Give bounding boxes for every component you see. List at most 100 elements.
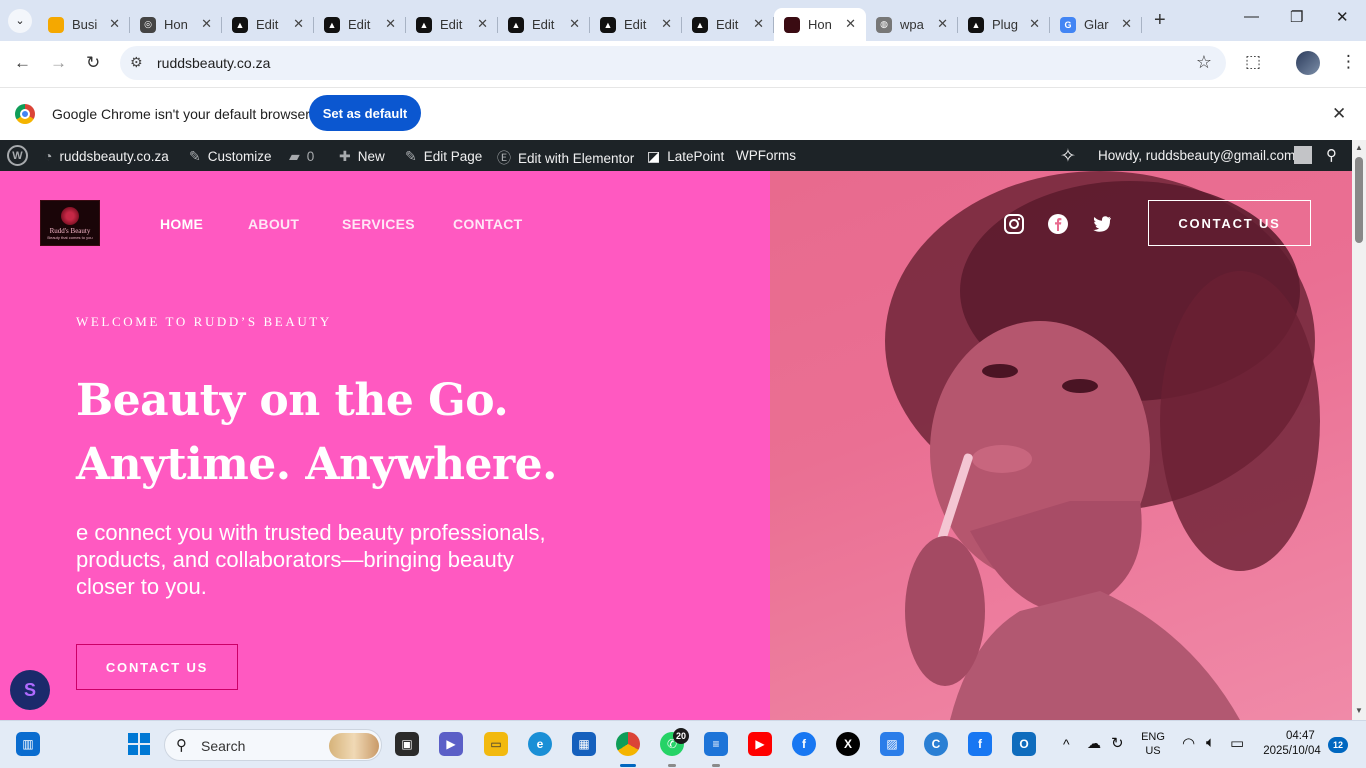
facebook-icon[interactable] — [1047, 213, 1069, 235]
bookmark-star-icon[interactable]: ☆ — [1196, 52, 1212, 73]
ai-sparkle-icon[interactable]: ✧ — [1060, 145, 1076, 168]
back-icon[interactable]: ← — [14, 53, 31, 73]
restore-icon[interactable]: ❐ — [1290, 8, 1303, 26]
facebook-page-icon[interactable]: f — [968, 732, 992, 756]
browser-tab[interactable]: ◍ wpa ✕ — [866, 8, 958, 41]
file-explorer-icon[interactable]: ▭ — [484, 732, 508, 756]
tab-favicon-icon: ▲ — [416, 16, 432, 33]
wp-site-link[interactable]: ◔ ruddsbeauty.co.za — [44, 148, 169, 164]
wp-customize-link[interactable]: ✎ Customize — [189, 148, 272, 165]
tab-search-button[interactable]: ⌄ — [8, 8, 32, 33]
scroll-down-icon[interactable]: ▼ — [1355, 706, 1363, 715]
close-infobar-icon[interactable]: ✕ — [1332, 104, 1346, 124]
photos-icon[interactable]: ▨ — [880, 732, 904, 756]
hero-contact-button[interactable]: CONTACT US — [76, 644, 238, 690]
wp-comments-link[interactable]: ▰ 0 — [289, 148, 314, 165]
wordpress-logo-icon[interactable]: W — [7, 145, 28, 166]
scroll-up-icon[interactable]: ▲ — [1355, 143, 1363, 152]
browser-tab[interactable]: ▲ Edit ✕ — [498, 8, 590, 41]
tab-title: Edit — [440, 17, 463, 32]
page-content: Rudd's Beauty Beauty that comes to you H… — [0, 171, 1352, 720]
new-tab-icon[interactable]: + — [1154, 9, 1166, 32]
minimize-icon[interactable]: — — [1244, 8, 1259, 25]
tab-favicon-icon: ◍ — [876, 16, 892, 33]
teams-icon[interactable]: ▶ — [439, 732, 463, 756]
battery-icon[interactable]: ▭ — [1230, 734, 1244, 752]
browser-tab[interactable]: Hon ✕ — [774, 8, 866, 41]
wp-new-link[interactable]: ✚ New — [339, 148, 385, 165]
tab-close-icon[interactable]: ✕ — [569, 16, 580, 32]
tray-overflow-icon[interactable]: ^ — [1063, 736, 1070, 752]
nav-services[interactable]: SERVICES — [342, 216, 415, 232]
canva-icon[interactable]: C — [924, 732, 948, 756]
wp-elementor-link[interactable]: Ⓔ Edit with Elementor — [497, 148, 634, 168]
wifi-icon[interactable]: ◠ — [1182, 734, 1195, 752]
site-info-icon[interactable]: ⚙ — [130, 54, 143, 71]
wp-howdy-link[interactable]: Howdy, ruddsbeauty@gmail.com — [1098, 148, 1295, 163]
tab-close-icon[interactable]: ✕ — [201, 16, 212, 32]
twitter-icon[interactable] — [1091, 213, 1113, 235]
nav-contact[interactable]: CONTACT — [453, 216, 523, 232]
notification-count-badge[interactable]: 12 — [1328, 737, 1348, 753]
chrome-taskbar-icon[interactable] — [616, 732, 640, 756]
browser-tab[interactable]: ▲ Edit ✕ — [406, 8, 498, 41]
facebook-taskbar-icon[interactable]: f — [792, 732, 816, 756]
x-icon[interactable]: X — [836, 732, 860, 756]
tab-close-icon[interactable]: ✕ — [385, 16, 396, 32]
widgets-icon[interactable]: ▥ — [16, 732, 40, 756]
tab-close-icon[interactable]: ✕ — [1029, 16, 1040, 32]
forward-icon[interactable]: → — [50, 53, 67, 73]
browser-tab[interactable]: G Glar ✕ — [1050, 8, 1142, 41]
tab-close-icon[interactable]: ✕ — [845, 16, 856, 32]
browser-tab[interactable]: ▲ Edit ✕ — [314, 8, 406, 41]
edge-icon[interactable]: e — [528, 732, 552, 756]
browser-tab[interactable]: ◎ Hon ✕ — [130, 8, 222, 41]
nav-about[interactable]: ABOUT — [248, 216, 299, 232]
wp-edit-page-link[interactable]: ✎ Edit Page — [405, 148, 482, 165]
browser-tab[interactable]: ▲ Edit ✕ — [590, 8, 682, 41]
chat-widget-button[interactable]: S — [10, 670, 50, 710]
set-default-button[interactable]: Set as default — [309, 95, 421, 131]
close-window-icon[interactable]: ✕ — [1336, 8, 1349, 26]
extensions-icon[interactable]: ⬚ — [1245, 52, 1261, 72]
tray-app-icon[interactable]: ☁ — [1087, 735, 1101, 752]
store-icon[interactable]: ▦ — [572, 732, 596, 756]
task-view-icon[interactable]: ▣ — [395, 732, 419, 756]
tab-close-icon[interactable]: ✕ — [293, 16, 304, 32]
tab-close-icon[interactable]: ✕ — [753, 16, 764, 32]
language-indicator[interactable]: ENG US — [1136, 730, 1170, 758]
menu-icon[interactable]: ⋮ — [1340, 52, 1357, 72]
nav-home[interactable]: HOME — [160, 216, 203, 232]
wp-search-icon[interactable]: ⚲ — [1326, 146, 1337, 164]
wp-wpforms-link[interactable]: WPForms — [736, 148, 796, 163]
tab-close-icon[interactable]: ✕ — [937, 16, 948, 32]
page-scrollbar[interactable]: ▲ ▼ — [1352, 140, 1366, 720]
start-icon[interactable] — [127, 732, 151, 756]
browser-tab[interactable]: Busi ✕ — [38, 8, 130, 41]
tray-sync-icon[interactable]: ↻ — [1111, 734, 1124, 752]
clock[interactable]: 04:47 2025/10/04 — [1258, 729, 1326, 759]
reload-icon[interactable]: ↻ — [86, 53, 100, 73]
address-bar[interactable]: ⚙ ruddsbeauty.co.za ☆ — [120, 46, 1226, 80]
instagram-icon[interactable] — [1003, 213, 1025, 235]
profile-avatar[interactable] — [1296, 51, 1320, 75]
site-logo[interactable]: Rudd's Beauty Beauty that comes to you — [40, 200, 100, 246]
browser-tab[interactable]: ▲ Plug ✕ — [958, 8, 1050, 41]
scroll-thumb[interactable] — [1355, 157, 1363, 243]
tab-close-icon[interactable]: ✕ — [109, 16, 120, 32]
tab-close-icon[interactable]: ✕ — [477, 16, 488, 32]
volume-icon[interactable]: 🔈︎ — [1206, 734, 1215, 751]
wp-user-avatar[interactable] — [1294, 146, 1312, 164]
header-contact-button[interactable]: CONTACT US — [1148, 200, 1311, 246]
taskbar-search[interactable]: ⚲ Search — [164, 729, 382, 761]
chevron-down-icon: ⌄ — [15, 15, 25, 27]
tab-close-icon[interactable]: ✕ — [661, 16, 672, 32]
youtube-icon[interactable]: ▶ — [748, 732, 772, 756]
outlook-icon[interactable]: O — [1012, 732, 1036, 756]
wp-latepoint-link[interactable]: ◪ LatePoint — [647, 148, 724, 165]
url-text[interactable]: ruddsbeauty.co.za — [157, 55, 270, 71]
tab-close-icon[interactable]: ✕ — [1121, 16, 1132, 32]
notepad-icon[interactable]: ≡ — [704, 732, 728, 756]
browser-tab[interactable]: ▲ Edit ✕ — [682, 8, 774, 41]
browser-tab[interactable]: ▲ Edit ✕ — [222, 8, 314, 41]
